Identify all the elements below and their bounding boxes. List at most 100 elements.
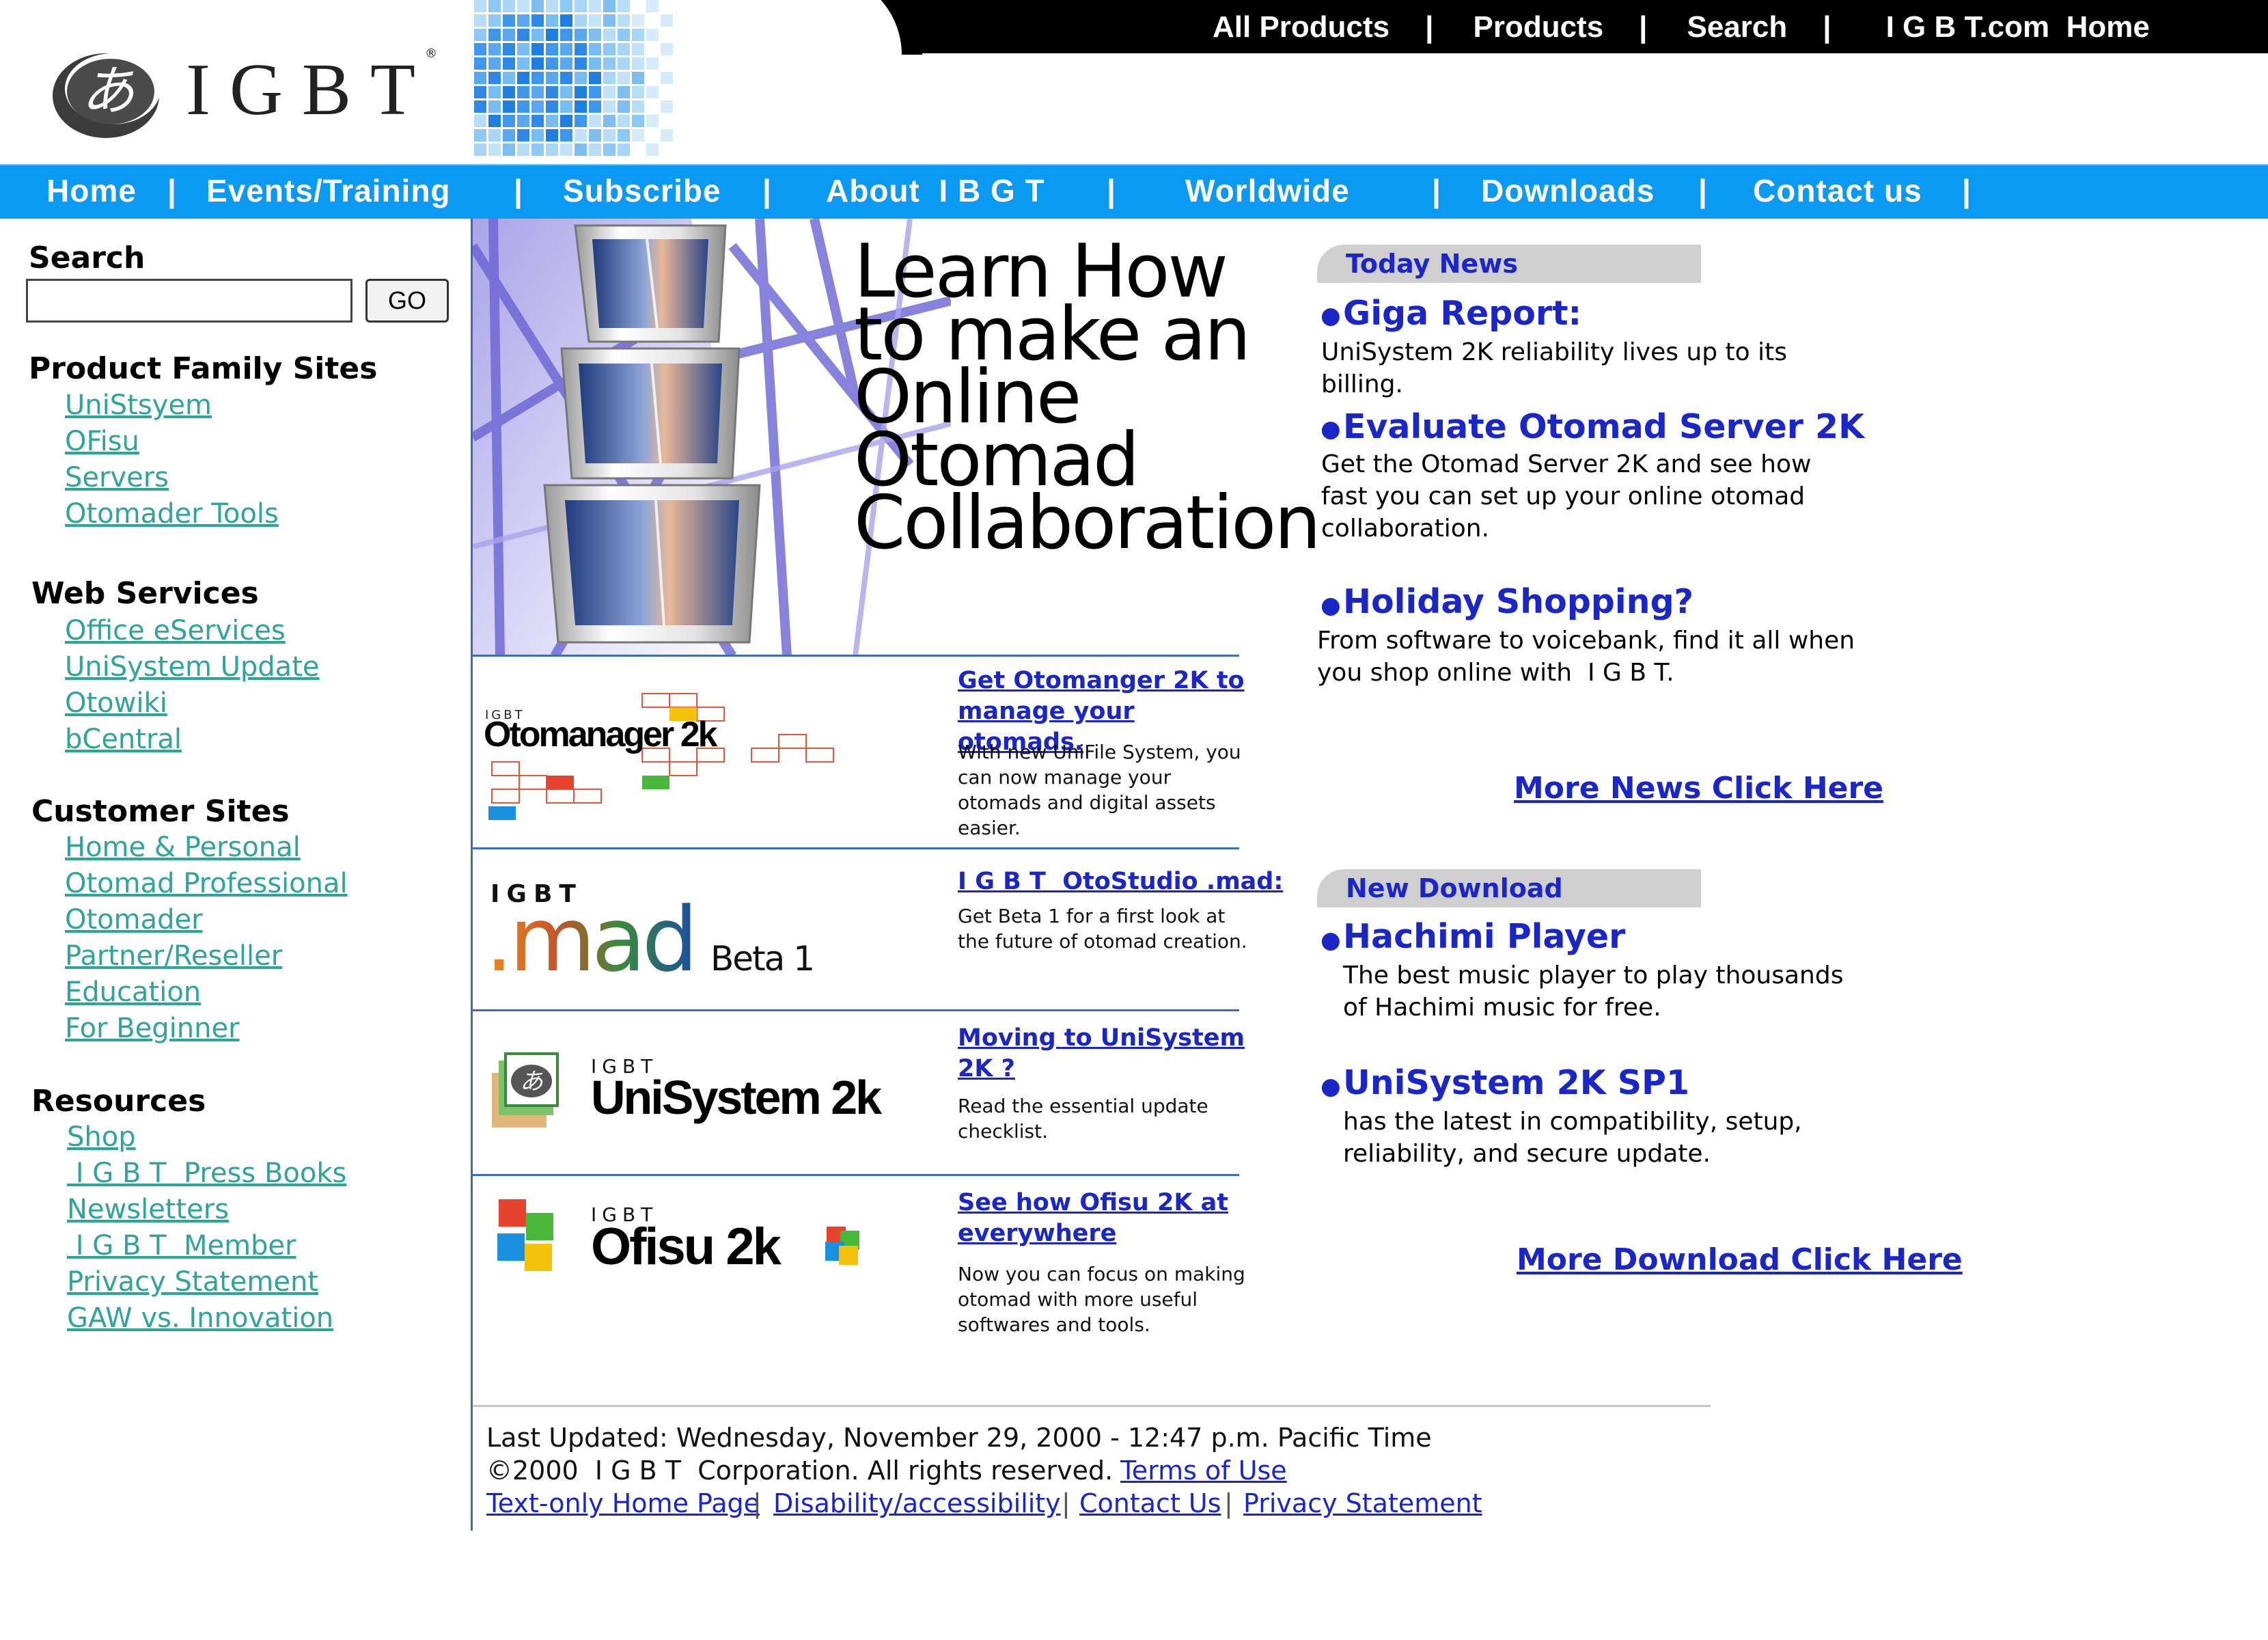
promo-title-unisystem[interactable]: Moving to UniSystem 2K ? — [958, 1023, 1251, 1084]
mosaic-tile — [517, 57, 529, 70]
mosaic-tile — [517, 29, 529, 41]
top-nav-search[interactable]: Search — [1687, 10, 1787, 44]
promo-divider — [473, 655, 1239, 657]
mosaic-tile — [531, 86, 544, 98]
mosaic-tile — [560, 14, 572, 27]
top-nav-all-products[interactable]: All Products — [1213, 10, 1389, 44]
nav-item-subscribe[interactable]: Subscribe — [563, 172, 721, 209]
sidebar-link-servers[interactable]: Servers — [65, 462, 169, 493]
sidebar-link-office-eservices[interactable]: Office eServices — [65, 615, 286, 646]
logo-wordmark: IGBT — [186, 49, 434, 131]
footer-last-updated: Last Updated: Wednesday, November 29, 20… — [486, 1423, 1432, 1453]
logo-mark-glyph: あ — [81, 61, 135, 122]
nav-separator: | — [167, 173, 176, 208]
mosaic-tile — [632, 115, 644, 127]
sidebar-link-gaw-innovation[interactable]: GAW vs. Innovation — [67, 1302, 333, 1334]
today-news-label: Today News — [1346, 249, 1518, 279]
mosaic-tile — [603, 0, 616, 12]
more-download-link[interactable]: More Download Click Here — [1517, 1242, 1963, 1277]
otomanager-logo[interactable]: IGBT Otomanager 2k — [478, 683, 847, 836]
mosaic-tile — [575, 86, 587, 98]
sidebar-link-bcentral[interactable]: bCentral — [65, 724, 182, 755]
sidebar-link-home-personal[interactable]: Home & Personal — [65, 832, 301, 863]
sidebar-link-otomad-professional[interactable]: Otomad Professional — [65, 868, 348, 899]
sidebar-link-otomader-tools[interactable]: Otomader Tools — [65, 498, 279, 530]
promo-desc-otomanager: With new UniFile System, you can now man… — [958, 741, 1241, 839]
footer-terms-link[interactable]: Terms of Use — [1120, 1456, 1287, 1486]
mosaic-tile — [474, 115, 486, 127]
mosaic-tile — [474, 0, 486, 12]
sidebar-link-press-books[interactable]: I G B T Press Books — [67, 1158, 347, 1189]
mosaic-tile — [474, 144, 486, 156]
mosaic-tile — [646, 144, 659, 156]
mosaic-tile — [603, 72, 616, 84]
footer-link-accessibility[interactable]: Disability/accessibility — [773, 1488, 1061, 1518]
mosaic-tile — [503, 129, 515, 141]
sidebar-link-shop[interactable]: Shop — [67, 1121, 136, 1153]
search-go-button[interactable]: GO — [365, 279, 449, 323]
mosaic-tile — [503, 29, 515, 41]
news-title-evaluate-server[interactable]: Evaluate Otomad Server 2K — [1343, 407, 1864, 446]
sidebar-link-unisystem[interactable]: UniStsyem — [65, 390, 212, 421]
mosaic-tile — [488, 144, 501, 156]
mosaic-tile — [517, 144, 529, 156]
mosaic-tile — [646, 57, 659, 70]
mosaic-tile — [560, 129, 572, 141]
footer-link-privacy[interactable]: Privacy Statement — [1243, 1488, 1482, 1518]
footer-separator: | — [753, 1488, 762, 1518]
sidebar-link-ofisu[interactable]: OFisu — [65, 426, 139, 457]
unisystem-logo[interactable]: あ IGBT UniSystem 2k — [478, 1046, 922, 1151]
mosaic-tile — [488, 57, 501, 70]
sidebar-link-for-beginner[interactable]: For Beginner — [65, 1013, 240, 1044]
nav-item-about[interactable]: About I B G T — [826, 172, 1045, 209]
main-nav: Home | Events/Training | Subscribe | Abo… — [0, 164, 2268, 219]
download-title-unisystem-sp1[interactable]: UniSystem 2K SP1 — [1343, 1063, 1689, 1102]
mosaic-tile — [531, 129, 544, 141]
search-input[interactable] — [26, 279, 352, 323]
mosaic-tile — [531, 43, 544, 55]
sidebar-link-partner-reseller[interactable]: Partner/Reseller — [65, 940, 282, 972]
top-nav-separator: | — [1823, 10, 1831, 44]
sidebar-link-member[interactable]: I G B T Member — [67, 1230, 296, 1261]
promo-title-otostudio[interactable]: I G B T OtoStudio .mad: — [958, 866, 1283, 897]
promo-title-ofisu[interactable]: See how Ofisu 2K at everywhere — [958, 1188, 1251, 1249]
mosaic-tile — [618, 14, 630, 27]
news-title-holiday-shopping[interactable]: Holiday Shopping? — [1343, 582, 1693, 621]
footer-link-contact-us[interactable]: Contact Us — [1079, 1488, 1221, 1518]
nav-item-downloads[interactable]: Downloads — [1481, 172, 1655, 209]
mosaic-tile — [632, 86, 644, 98]
nav-item-events-training[interactable]: Events/Training — [206, 172, 451, 209]
sidebar-link-otomader[interactable]: Otomader — [65, 904, 203, 935]
nav-separator: | — [1432, 173, 1441, 208]
mosaic-tile — [575, 115, 587, 127]
sidebar-link-otowiki[interactable]: Otowiki — [65, 687, 167, 719]
nav-item-contact-us[interactable]: Contact us — [1753, 172, 1922, 209]
mosaic-tile — [603, 129, 616, 141]
sidebar-link-unisystem-update[interactable]: UniSystem Update — [65, 651, 319, 683]
ofisu-logo[interactable]: IGBT Ofisu 2k — [478, 1192, 888, 1298]
mosaic-tile — [589, 0, 601, 12]
mosaic-tile — [517, 0, 529, 12]
footer-link-text-only[interactable]: Text-only Home Page — [486, 1488, 760, 1518]
mosaic-tile — [661, 100, 673, 113]
mosaic-tile — [618, 0, 630, 12]
more-news-link[interactable]: More News Click Here — [1514, 771, 1883, 806]
mosaic-tile — [618, 57, 630, 70]
sidebar-link-newsletters[interactable]: Newsletters — [67, 1194, 229, 1225]
top-nav-home[interactable]: I G B T.com Home — [1886, 10, 2150, 44]
mosaic-tile — [661, 14, 673, 27]
sidebar-link-privacy-statement[interactable]: Privacy Statement — [67, 1266, 318, 1298]
news-title-giga-report[interactable]: Giga Report: — [1343, 294, 1581, 333]
mosaic-tile — [503, 0, 515, 12]
mosaic-tile — [603, 86, 616, 98]
mosaic-tile — [589, 14, 601, 27]
bullet-icon: ● — [1320, 302, 1341, 329]
sidebar-link-education[interactable]: Education — [65, 976, 201, 1008]
download-title-hachimi-player[interactable]: Hachimi Player — [1343, 917, 1625, 956]
nav-item-home[interactable]: Home — [46, 172, 137, 209]
nav-item-worldwide[interactable]: Worldwide — [1185, 172, 1350, 209]
mosaic-tile — [517, 43, 529, 55]
mad-logo[interactable]: IGBT .mad Beta 1 — [478, 875, 847, 994]
mosaic-tile — [531, 144, 544, 156]
top-nav-products[interactable]: Products — [1473, 10, 1603, 44]
